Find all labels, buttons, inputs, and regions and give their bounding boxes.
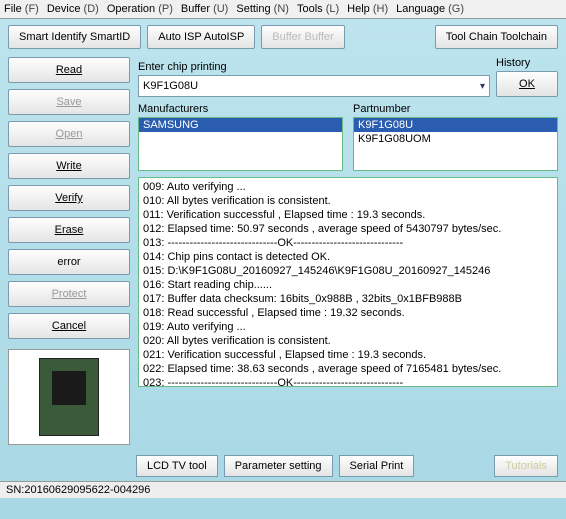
log-line: 020: All bytes verification is consisten… xyxy=(143,334,553,348)
log-line: 023: ------------------------------OK---… xyxy=(143,376,553,387)
top-toolbar: Smart Identify SmartID Auto ISP AutoISP … xyxy=(0,19,566,55)
partnumber-list[interactable]: K9F1G08U K9F1G08UOM xyxy=(353,117,558,171)
log-line: 012: Elapsed time: 50.97 seconds , avera… xyxy=(143,222,553,236)
buffer-button[interactable]: Buffer Buffer xyxy=(261,25,344,49)
log-line: 021: Verification successful , Elapsed t… xyxy=(143,348,553,362)
log-line: 009: Auto verifying ... xyxy=(143,180,553,194)
enter-chip-label: Enter chip printing xyxy=(138,61,490,73)
log-line: 019: Auto verifying ... xyxy=(143,320,553,334)
write-button[interactable]: Write xyxy=(8,153,130,179)
chip-printing-combo[interactable]: K9F1G08U ▾ xyxy=(138,75,490,97)
bottom-toolbar: LCD TV tool Parameter setting Serial Pri… xyxy=(0,451,566,481)
verify-button[interactable]: Verify xyxy=(8,185,130,211)
tool-chain-button[interactable]: Tool Chain Toolchain xyxy=(435,25,558,49)
read-button[interactable]: Read xyxy=(8,57,130,83)
history-label: History xyxy=(496,57,556,69)
log-line: 022: Elapsed time: 38.63 seconds , avera… xyxy=(143,362,553,376)
smart-identify-button[interactable]: Smart Identify SmartID xyxy=(8,25,141,49)
chevron-down-icon: ▾ xyxy=(480,81,485,92)
open-button[interactable]: Open xyxy=(8,121,130,147)
log-line: 014: Chip pins contact is detected OK. xyxy=(143,250,553,264)
list-item[interactable]: SAMSUNG xyxy=(139,118,342,132)
parameter-setting-button[interactable]: Parameter setting xyxy=(224,455,333,477)
lcd-tv-tool-button[interactable]: LCD TV tool xyxy=(136,455,218,477)
menu-file[interactable]: File (F) xyxy=(4,3,39,15)
error-button[interactable]: error xyxy=(8,249,130,275)
save-button[interactable]: Save xyxy=(8,89,130,115)
menu-help[interactable]: Help (H) xyxy=(347,3,388,15)
status-bar: SN:20160629095622-004296 xyxy=(0,481,566,498)
chip-image xyxy=(8,349,130,445)
chip-printing-value: K9F1G08U xyxy=(143,80,198,92)
menu-buffer[interactable]: Buffer (U) xyxy=(181,3,229,15)
partnumber-label: Partnumber xyxy=(353,103,558,115)
log-line: 013: ------------------------------OK---… xyxy=(143,236,553,250)
log-line: 016: Start reading chip...... xyxy=(143,278,553,292)
serial-print-button[interactable]: Serial Print xyxy=(339,455,415,477)
auto-isp-button[interactable]: Auto ISP AutoISP xyxy=(147,25,255,49)
menu-language[interactable]: Language (G) xyxy=(396,3,464,15)
menu-bar: File (F) Device (D) Operation (P) Buffer… xyxy=(0,0,566,19)
list-item[interactable]: K9F1G08UOM xyxy=(354,132,557,146)
menu-setting[interactable]: Setting (N) xyxy=(236,3,289,15)
tutorials-button[interactable]: Tutorials xyxy=(494,455,558,477)
log-line: 011: Verification successful , Elapsed t… xyxy=(143,208,553,222)
menu-operation[interactable]: Operation (P) xyxy=(107,3,173,15)
protect-button[interactable]: Protect xyxy=(8,281,130,307)
cancel-button[interactable]: Cancel xyxy=(8,313,130,339)
menu-device[interactable]: Device (D) xyxy=(47,3,99,15)
erase-button[interactable]: Erase xyxy=(8,217,130,243)
list-item[interactable]: K9F1G08U xyxy=(354,118,557,132)
log-line: 015: D:\K9F1G08U_20160927_145246\K9F1G08… xyxy=(143,264,553,278)
log-line: 018: Read successful , Elapsed time : 19… xyxy=(143,306,553,320)
log-output[interactable]: 009: Auto verifying ... 010: All bytes v… xyxy=(138,177,558,387)
log-line: 010: All bytes verification is consisten… xyxy=(143,194,553,208)
menu-tools[interactable]: Tools (L) xyxy=(297,3,339,15)
manufacturers-label: Manufacturers xyxy=(138,103,343,115)
left-panel: Read Save Open Write Verify Erase error … xyxy=(8,57,130,445)
manufacturers-list[interactable]: SAMSUNG xyxy=(138,117,343,171)
log-line: 017: Buffer data checksum: 16bits_0x988B… xyxy=(143,292,553,306)
ok-button[interactable]: OK xyxy=(496,71,558,97)
